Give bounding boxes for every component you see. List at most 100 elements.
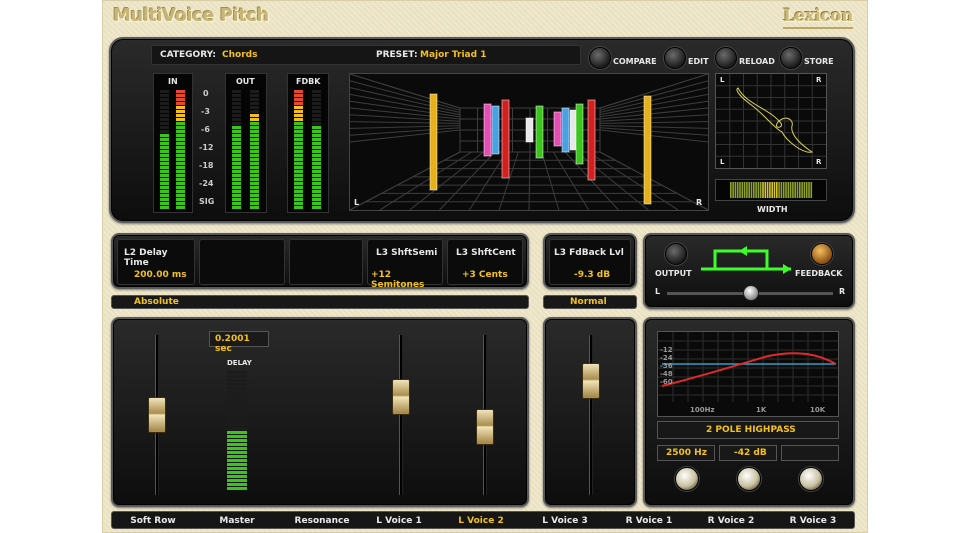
output-knob-button[interactable] xyxy=(665,243,687,265)
tab-r-voice-1[interactable]: R Voice 1 xyxy=(619,513,679,529)
meter-segment xyxy=(232,174,241,177)
meter-segment xyxy=(160,166,169,169)
filter-extra-knob[interactable] xyxy=(799,467,823,491)
meter-segment xyxy=(232,194,241,197)
width-segment xyxy=(808,182,810,198)
filter-freq-knob[interactable] xyxy=(675,467,699,491)
width-segment xyxy=(759,182,762,198)
filter-graph[interactable]: -12 -24 -36 -48 -60 100Hz 1K 10K xyxy=(657,331,839,417)
mode-right-value[interactable]: Normal xyxy=(570,297,607,307)
delay-segment xyxy=(227,371,247,374)
meter-segment xyxy=(312,178,321,181)
edit-knob-button[interactable] xyxy=(664,47,686,69)
width-segment xyxy=(750,182,753,198)
grid-line xyxy=(350,121,461,124)
width-segment xyxy=(734,182,737,198)
tab-l-voice-1[interactable]: L Voice 1 xyxy=(369,513,429,529)
meter-segment xyxy=(160,110,169,113)
tab-r-voice-3[interactable]: R Voice 3 xyxy=(783,513,843,529)
filter-type-value[interactable]: 2 POLE HIGHPASS xyxy=(706,425,796,435)
meter-segment xyxy=(312,106,321,109)
mode-bar-right[interactable]: Normal xyxy=(543,295,637,309)
voice-bar xyxy=(553,111,562,147)
meter-segment xyxy=(294,154,303,157)
l2-delay-value[interactable]: 200.00 ms xyxy=(134,270,187,280)
preset-value[interactable]: Major Triad 1 xyxy=(420,50,486,60)
l3-cent-value[interactable]: +3 Cents xyxy=(462,270,508,280)
meter-segment xyxy=(294,126,303,129)
meter-segment xyxy=(160,174,169,177)
width-segment xyxy=(741,182,744,198)
delay-segment xyxy=(227,483,247,486)
meter-segment xyxy=(294,194,303,197)
l3-semi-param[interactable]: L3 ShftSemi +12 Semitones xyxy=(367,239,443,290)
width-segment xyxy=(757,182,760,198)
meter-segment xyxy=(232,142,241,145)
filter-freq-box[interactable]: 2500 Hz xyxy=(657,445,715,461)
delay-segment xyxy=(227,451,247,454)
l3-fb-value[interactable]: -9.3 dB xyxy=(574,270,610,280)
meter-segment xyxy=(232,170,241,173)
filter-type-selector[interactable]: 2 POLE HIGHPASS xyxy=(657,421,839,439)
l3-fb-param[interactable]: L3 FdBack Lvl -9.3 dB xyxy=(549,239,631,285)
grid-line xyxy=(599,114,708,122)
delay-value[interactable]: 0.2001 sec xyxy=(215,334,268,354)
meter-segment xyxy=(312,118,321,121)
meter-scale: 0 -3 -6 -12 -18 -24 SIG xyxy=(199,89,223,213)
softrow-fader[interactable] xyxy=(148,397,166,433)
category-value[interactable]: Chords xyxy=(222,50,257,60)
compare-knob-button[interactable] xyxy=(589,47,611,69)
voice-stage-display[interactable]: L R xyxy=(349,73,709,211)
meter-segment xyxy=(294,110,303,113)
reload-knob-button[interactable] xyxy=(715,47,737,69)
meter-segment xyxy=(176,178,185,181)
meter-segment xyxy=(294,94,303,97)
meter-segment xyxy=(312,198,321,201)
meter-segment xyxy=(160,94,169,97)
store-knob-button[interactable] xyxy=(780,47,802,69)
scale-0: 0 xyxy=(203,89,209,98)
mode-left-value[interactable]: Absolute xyxy=(134,297,179,307)
filter-gain-knob[interactable] xyxy=(737,467,761,491)
meter-segment xyxy=(176,102,185,105)
meter-segment xyxy=(250,94,259,97)
feedback-knob-button[interactable] xyxy=(811,243,833,265)
meter-segment xyxy=(312,202,321,205)
tab-resonance[interactable]: Resonance xyxy=(289,513,355,529)
l3-semi-value[interactable]: +12 Semitones xyxy=(371,270,442,290)
meter-segment xyxy=(250,142,259,145)
width-segment xyxy=(787,182,790,198)
scope-l-bottom: L xyxy=(720,158,725,166)
meter-segment xyxy=(232,186,241,189)
filter-gain-box[interactable]: -42 dB xyxy=(719,445,777,461)
meter-segment xyxy=(160,90,169,93)
mode-bar-left[interactable]: Absolute xyxy=(111,295,529,309)
meter-segment xyxy=(294,98,303,101)
meter-segment xyxy=(160,98,169,101)
filter-gain-value[interactable]: -42 dB xyxy=(734,448,767,458)
l2-delay-param[interactable]: L2 Delay Time 200.00 ms xyxy=(117,239,195,285)
delay-segment xyxy=(227,439,247,442)
meter-segment xyxy=(250,162,259,165)
lvoice1-fader[interactable] xyxy=(476,409,494,445)
meter-segment xyxy=(250,190,259,193)
param-panel-fb: L3 FdBack Lvl -9.3 dB xyxy=(543,233,637,289)
fb-fader[interactable] xyxy=(582,363,600,399)
meter-segment xyxy=(294,106,303,109)
tab-r-voice-2[interactable]: R Voice 2 xyxy=(701,513,761,529)
routing-panel: OUTPUT FEEDBACK L R xyxy=(643,233,855,309)
tab-master[interactable]: Master xyxy=(209,513,265,529)
meter-segment xyxy=(294,206,303,209)
tab-soft-row[interactable]: Soft Row xyxy=(125,513,181,529)
tab-l-voice-3[interactable]: L Voice 3 xyxy=(535,513,595,529)
tab-l-voice-2[interactable]: L Voice 2 xyxy=(451,513,511,529)
resonance-fader[interactable] xyxy=(392,379,410,415)
l3-cent-param[interactable]: L3 ShftCent +3 Cents xyxy=(447,239,523,285)
voice-bar xyxy=(525,117,534,143)
meter-segment xyxy=(176,90,185,93)
grid-line xyxy=(350,93,461,116)
filter-freq-value[interactable]: 2500 Hz xyxy=(666,448,707,458)
pan-slider-thumb[interactable] xyxy=(743,285,759,301)
scale-6: -6 xyxy=(201,125,210,134)
filter-empty-box xyxy=(781,445,839,461)
